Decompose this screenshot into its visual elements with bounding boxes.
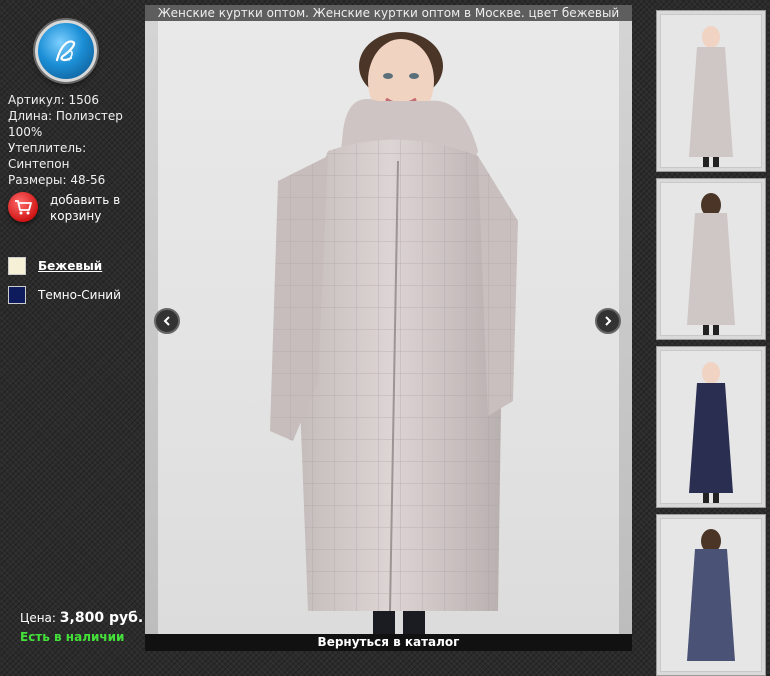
beige-coat-back-icon — [661, 183, 761, 335]
spec-sizes: Размеры: 48-56 — [8, 173, 106, 187]
thumbnail-navy-back[interactable] — [656, 514, 766, 676]
color-swatch-beige — [8, 257, 26, 275]
price-value: 3,800 руб. — [59, 610, 144, 626]
price-label: Цена: — [20, 611, 56, 625]
color-label-navy: Темно-Синий — [38, 288, 121, 302]
chevron-right-icon — [605, 316, 612, 326]
back-to-catalog-link[interactable]: Вернуться в каталог — [145, 634, 632, 651]
stock-status: Есть в наличии — [20, 630, 125, 644]
color-swatch-navy — [8, 286, 26, 304]
price-block: Цена: 3,800 руб. — [20, 610, 143, 626]
color-label-beige: Бежевый — [38, 259, 103, 273]
color-option-navy[interactable]: Темно-Синий — [8, 286, 121, 304]
image-title: Женские куртки оптом. Женские куртки опт… — [145, 5, 632, 21]
thumbnail-navy-front[interactable] — [656, 346, 766, 508]
navy-coat-back-icon — [661, 519, 761, 671]
product-sidebar: Артикул: 1506 Длина: Полиэстер 100% Утеп… — [0, 0, 145, 651]
product-specs: Артикул: 1506 Длина: Полиэстер 100% Утеп… — [8, 92, 140, 188]
previous-image-button[interactable] — [154, 308, 180, 334]
logo-monogram-icon — [55, 40, 76, 62]
add-to-cart-label: добавить в корзину — [50, 193, 121, 223]
main-image-viewer — [145, 21, 632, 634]
main-product-image — [158, 21, 619, 634]
brand-logo-icon[interactable] — [35, 20, 97, 82]
next-image-button[interactable] — [595, 308, 621, 334]
chevron-left-icon — [163, 316, 170, 326]
spec-length: Длина: Полиэстер 100% — [8, 109, 123, 139]
shopping-cart-icon — [8, 192, 38, 222]
spec-article: Артикул: 1506 — [8, 93, 100, 107]
add-to-cart-button[interactable]: добавить в корзину — [8, 192, 135, 224]
thumbnail-beige-front[interactable] — [656, 10, 766, 172]
beige-coat-front-icon — [661, 15, 761, 167]
thumbnail-beige-back[interactable] — [656, 178, 766, 340]
navy-coat-front-icon — [661, 351, 761, 503]
spec-insulation: Утеплитель: Синтепон — [8, 141, 87, 171]
color-option-beige[interactable]: Бежевый — [8, 257, 102, 275]
model-in-coat-illustration — [270, 32, 518, 634]
